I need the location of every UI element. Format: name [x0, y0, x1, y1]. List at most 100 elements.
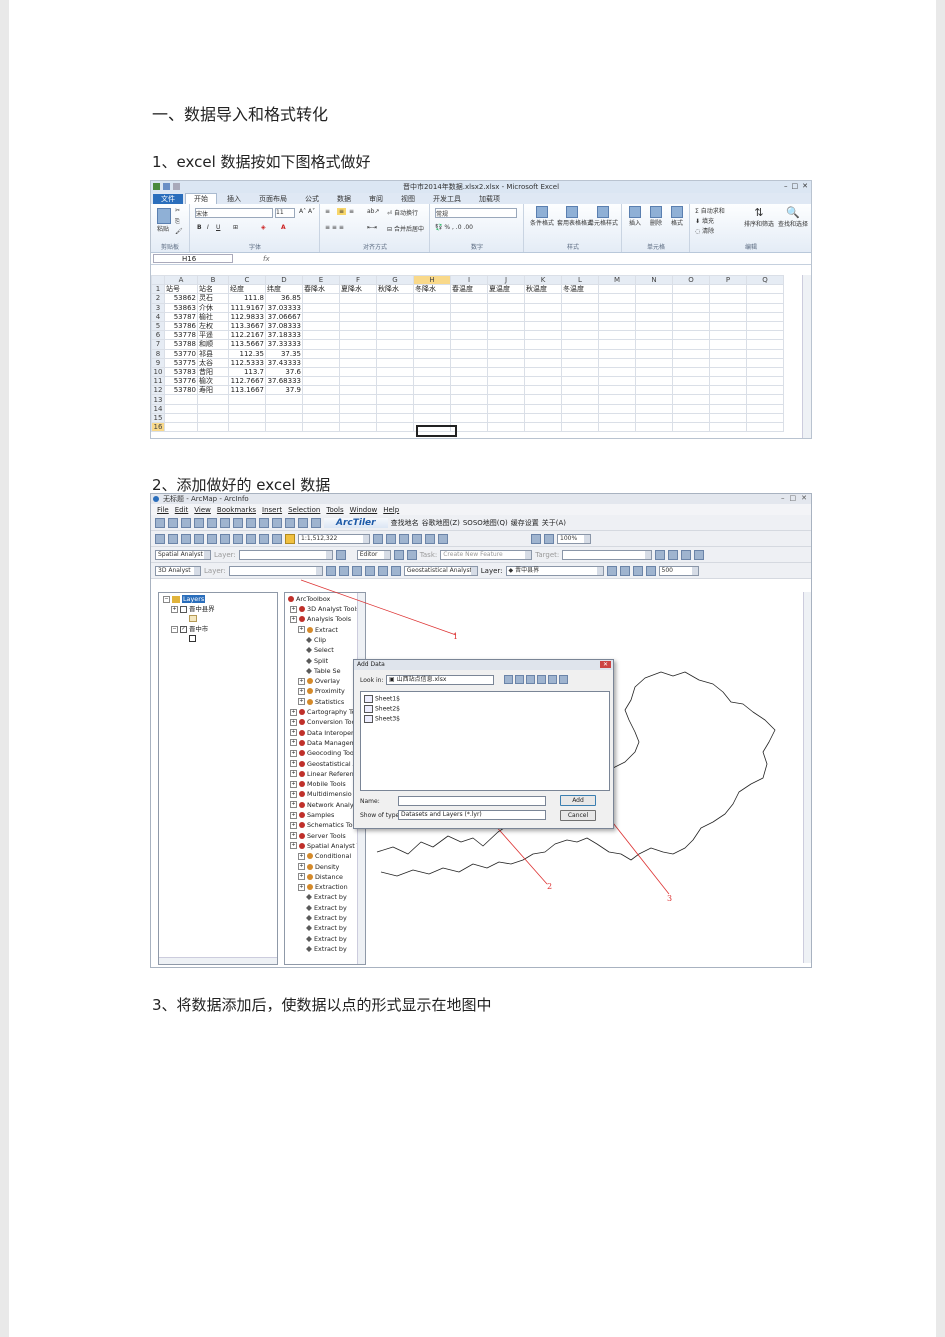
table-cell[interactable] — [413, 293, 451, 304]
table-cell[interactable] — [524, 293, 562, 304]
fill-color-icon[interactable]: ◈ — [261, 224, 266, 231]
table-cell[interactable] — [709, 357, 747, 368]
forward-icon[interactable] — [233, 517, 243, 528]
table-cell[interactable]: 112.7667 — [228, 376, 266, 387]
contrast-icon[interactable] — [606, 565, 617, 576]
toolbox-item[interactable]: + Conversion Too — [290, 718, 356, 726]
table-cell[interactable] — [746, 376, 784, 387]
fx-icon[interactable]: fx — [263, 255, 270, 263]
menu-window[interactable]: Window — [350, 506, 378, 514]
table-cell[interactable]: 112.5333 — [228, 357, 266, 368]
table-cell[interactable] — [561, 376, 599, 387]
table-cell[interactable]: 37.9 — [265, 385, 303, 396]
table-cell[interactable] — [413, 348, 451, 359]
menu-bookmarks[interactable]: Bookmarks — [217, 506, 256, 514]
table-cell[interactable] — [376, 385, 414, 396]
table-cell[interactable]: 昔阳 — [197, 366, 229, 378]
toolbox-tool[interactable]: Clip — [306, 636, 326, 644]
menu-insert[interactable]: Insert — [262, 506, 282, 514]
home-icon[interactable] — [514, 675, 524, 684]
save-icon[interactable] — [181, 533, 191, 544]
table-cell[interactable] — [709, 421, 747, 433]
table-cell[interactable] — [413, 330, 451, 341]
table-cell[interactable] — [450, 412, 488, 424]
table-cell[interactable] — [524, 366, 562, 378]
zoom-select[interactable]: 100% — [557, 533, 591, 544]
profile-icon[interactable] — [364, 565, 375, 576]
table-cell[interactable] — [164, 394, 198, 405]
bold-button[interactable]: B — [197, 224, 202, 231]
arccatalog-icon[interactable] — [399, 533, 409, 544]
table-cell[interactable]: 112.9833 — [228, 311, 266, 322]
thumbnail-view-icon[interactable] — [558, 675, 568, 684]
toolbox-tool[interactable]: Extract by — [306, 893, 347, 901]
table-cell[interactable] — [339, 421, 377, 433]
table-cell[interactable]: 夏温度 — [487, 284, 525, 295]
table-cell[interactable] — [524, 412, 562, 424]
table-cell[interactable] — [598, 421, 636, 433]
table-cell[interactable] — [524, 330, 562, 341]
line-of-sight-icon[interactable] — [351, 565, 362, 576]
table-cell[interactable] — [635, 330, 673, 341]
menu-selection[interactable]: Selection — [288, 506, 320, 514]
table-cell[interactable]: 53775 — [164, 357, 198, 368]
table-cell[interactable] — [376, 412, 414, 424]
table-cell[interactable] — [450, 293, 488, 304]
table-cell[interactable] — [302, 385, 340, 396]
map-scrollbar[interactable] — [803, 592, 811, 963]
toc-icon[interactable] — [386, 533, 396, 544]
table-cell[interactable] — [487, 330, 525, 341]
table-cell[interactable] — [561, 320, 599, 332]
paste-icon[interactable] — [233, 533, 243, 544]
ribbon-tab[interactable]: 数据 — [329, 194, 359, 204]
table-cell[interactable]: 站名 — [197, 284, 229, 295]
table-cell[interactable] — [672, 403, 710, 414]
ribbon-tab[interactable]: 插入 — [219, 194, 249, 204]
format-painter-icon[interactable]: 🖌 — [175, 228, 183, 235]
row-header[interactable]: 2 — [151, 293, 165, 304]
table-cell[interactable]: 113.5667 — [228, 339, 266, 350]
quick-access-toolbar[interactable] — [153, 183, 180, 190]
table-cell[interactable] — [524, 320, 562, 332]
paste-button[interactable]: 粘贴 — [157, 208, 171, 233]
table-cell[interactable] — [228, 421, 266, 433]
table-cell[interactable] — [672, 339, 710, 350]
sheet-item[interactable]: Sheet1$ — [364, 695, 400, 703]
toolbox-tool[interactable]: Extract by — [306, 914, 347, 922]
table-cell[interactable] — [561, 348, 599, 359]
menu-view[interactable]: View — [194, 506, 211, 514]
table-cell[interactable] — [598, 284, 636, 295]
up-folder-icon[interactable] — [504, 675, 513, 684]
table-cell[interactable] — [672, 366, 710, 378]
attributes-icon[interactable] — [681, 549, 692, 560]
new-icon[interactable] — [155, 533, 165, 544]
cn-toolbar-5[interactable]: 关于(A) — [542, 518, 566, 528]
italic-button[interactable]: I — [207, 224, 209, 231]
table-cell[interactable] — [746, 385, 784, 396]
cell-style-button[interactable]: 单元格样式 — [587, 206, 619, 227]
table-cell[interactable] — [561, 302, 599, 313]
table-cell[interactable] — [524, 357, 562, 368]
cancel-button[interactable]: Cancel — [560, 810, 596, 821]
table-cell[interactable] — [413, 339, 451, 350]
table-cell[interactable] — [598, 293, 636, 304]
autosum-button[interactable]: Σ 自动求和 — [695, 206, 725, 215]
table-cell[interactable] — [487, 421, 525, 433]
spreadsheet-grid[interactable]: A B C D E F G H I J K L M N O P Q 1 站号 站名 经度 纬度 春降水 夏降水 秋降水 冬降水 春温… — [151, 274, 784, 433]
column-header[interactable]: C — [228, 274, 266, 286]
toolbox-toolset[interactable]: + Extraction — [298, 883, 348, 891]
table-cell[interactable]: 祁县 — [197, 348, 229, 359]
table-cell[interactable] — [376, 421, 414, 433]
table-cell[interactable] — [598, 348, 636, 359]
row-header[interactable]: 11 — [151, 376, 165, 387]
toolbox-item[interactable]: + Multidimensio — [290, 790, 352, 798]
table-cell[interactable] — [561, 394, 599, 405]
minimize-icon[interactable]: – — [781, 494, 785, 502]
table-format-button[interactable]: 套用表格格式 — [557, 206, 593, 227]
table-cell[interactable] — [635, 357, 673, 368]
contour-icon[interactable] — [325, 565, 336, 576]
table-cell[interactable] — [228, 403, 266, 414]
table-cell[interactable] — [487, 412, 525, 424]
table-cell[interactable] — [265, 403, 303, 414]
table-cell[interactable]: 太谷 — [197, 357, 229, 368]
